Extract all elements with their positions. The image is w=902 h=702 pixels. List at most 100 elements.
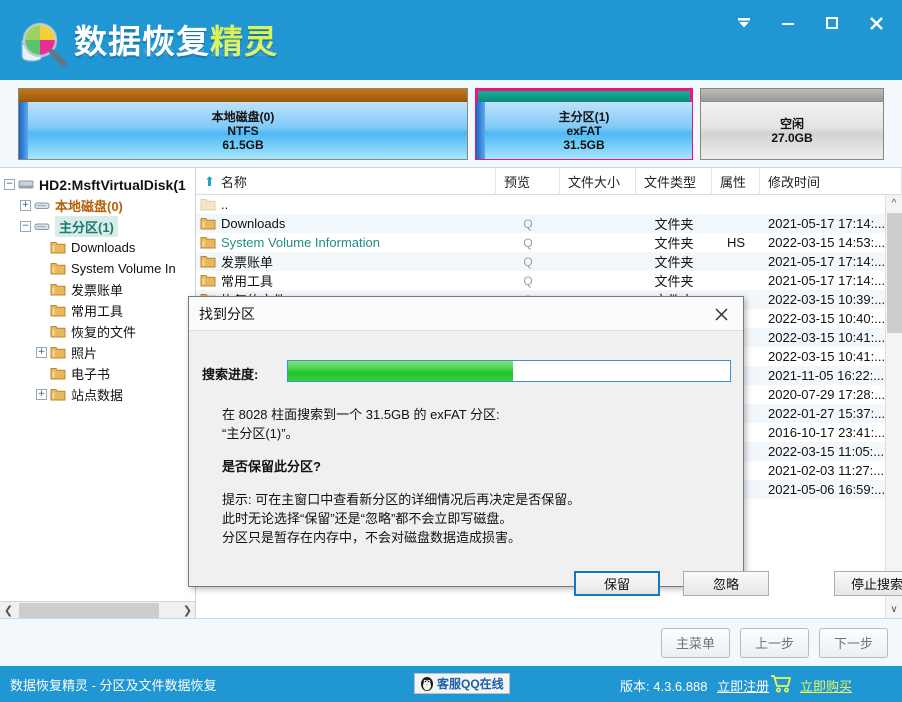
qq-support-button[interactable]: 客服QQ在线	[414, 673, 510, 694]
folder-icon	[200, 275, 216, 287]
register-link[interactable]: 立即注册	[717, 679, 769, 694]
scroll-right-arrow-icon[interactable]: ❯	[179, 604, 195, 617]
table-row[interactable]: Downloads Q 文件夹 2021-05-17 17:14:...	[196, 214, 885, 233]
tree-node-7[interactable]: 恢复的文件	[4, 321, 195, 342]
cell-preview: Q	[496, 273, 560, 288]
cell-name: 发票账单	[196, 252, 496, 271]
scroll-left-arrow-icon[interactable]: ❮	[0, 604, 17, 617]
expand-icon[interactable]: +	[36, 347, 47, 358]
column-header-preview[interactable]: 预览	[496, 168, 560, 195]
status-left-text: 数据恢复精灵 - 分区及文件数据恢复	[10, 677, 217, 693]
progress-label: 搜索进度:	[202, 367, 259, 382]
minimize-button[interactable]	[766, 8, 810, 38]
tree-scroll-track[interactable]	[17, 602, 179, 619]
stop-search-button[interactable]: 停止搜索	[834, 571, 902, 596]
dialog-title-bar: 找到分区	[189, 297, 743, 331]
folder-icon	[200, 216, 216, 231]
column-header-name[interactable]: ⬆ 名称	[196, 168, 496, 195]
cell-mtime: 2022-03-15 10:41:...	[768, 349, 885, 364]
partition-block-2[interactable]: 空闲 27.0GB	[700, 88, 884, 160]
preview-magnifier-icon[interactable]: Q	[523, 236, 532, 250]
preview-magnifier-icon[interactable]: Q	[523, 217, 532, 231]
dialog-close-button[interactable]	[699, 297, 743, 331]
folder-up-icon	[200, 199, 216, 211]
table-row[interactable]: 常用工具 Q 文件夹 2021-05-17 17:14:...	[196, 271, 885, 290]
folder-icon	[50, 326, 66, 338]
folder-icon	[50, 303, 66, 318]
version-number: 4.3.6.888	[653, 679, 708, 694]
dialog-found-line1: 在 8028 柱面搜索到一个 31.5GB 的 exFAT 分区:	[222, 407, 500, 422]
tree-node-label: 发票账单	[71, 283, 124, 298]
partition-bar: 本地磁盘(0) NTFS 61.5GB 主分区(1) exFAT 31.5GB …	[0, 80, 902, 168]
file-list-scroll-thumb[interactable]	[887, 213, 902, 333]
app-logo	[14, 16, 70, 68]
tree-node-label: 常用工具	[71, 304, 124, 319]
tree-node-3[interactable]: Downloads	[4, 237, 195, 258]
magnifier-pie-icon	[21, 22, 67, 67]
cell-mtime: 2021-05-06 16:59:...	[768, 482, 885, 497]
buy-now-link[interactable]: 立即购买	[800, 676, 852, 695]
partition-icon	[34, 219, 50, 234]
next-step-button[interactable]: 下一步	[818, 627, 888, 658]
partition-name-0: 本地磁盘(0)	[211, 109, 275, 124]
collapse-icon[interactable]: −	[4, 179, 15, 190]
collapse-icon[interactable]: −	[20, 221, 31, 232]
brand-reflection: 数据恢复精灵	[74, 43, 278, 56]
tree-node-6[interactable]: 常用工具	[4, 300, 195, 321]
table-row[interactable]: ..	[196, 195, 885, 214]
search-progress-bar	[287, 360, 731, 382]
column-header-size[interactable]: 文件大小	[560, 168, 636, 195]
tree-node-5[interactable]: 发票账单	[4, 279, 195, 300]
folder-icon	[200, 235, 216, 250]
tree-node-10[interactable]: + 站点数据	[4, 384, 195, 405]
main-menu-button[interactable]: 主菜单	[660, 627, 730, 658]
table-row[interactable]: System Volume Information Q 文件夹 HS 2022-03-1…	[196, 233, 885, 252]
tree-horizontal-scrollbar[interactable]: ❮ ❯	[0, 601, 195, 619]
partition-fs-1: exFAT	[566, 123, 602, 138]
expand-icon[interactable]: +	[20, 200, 31, 211]
dialog-tip: 提示: 可在主窗口中查看新分区的详细情况后再决定是否保留。 此时无论选择“保留”…	[222, 490, 722, 547]
dialog-tip-line2: 此时无论选择“保留”还是“忽略”都不会立即写磁盘。	[222, 511, 513, 526]
tree-node-8[interactable]: + 照片	[4, 342, 195, 363]
folder-icon	[50, 282, 66, 297]
close-button[interactable]	[854, 8, 898, 38]
keep-partition-button[interactable]: 保留	[574, 571, 660, 596]
table-row[interactable]: 发票账单 Q 文件夹 2021-05-17 17:14:...	[196, 252, 885, 271]
menu-button[interactable]	[722, 8, 766, 38]
cell-preview: Q	[496, 235, 560, 250]
file-name-label: 发票账单	[221, 255, 274, 270]
tree-node-2[interactable]: − 主分区(1)	[4, 216, 195, 237]
cell-name: System Volume Information	[196, 235, 496, 250]
tree-scroll-thumb[interactable]	[19, 602, 159, 618]
column-header-mtime[interactable]: 修改时间	[760, 168, 902, 195]
maximize-button[interactable]	[810, 8, 854, 38]
cell-mtime: 2016-10-17 23:41:...	[768, 425, 885, 440]
found-partition-dialog: 找到分区 搜索进度: 在 8028 柱面搜索到一个 31.5GB 的 exFAT…	[188, 296, 902, 596]
partition-block-1[interactable]: 主分区(1) exFAT 31.5GB	[475, 88, 693, 160]
file-name-label: ..	[221, 197, 229, 212]
partition-size-2: 27.0GB	[771, 130, 813, 145]
ignore-partition-button[interactable]: 忽略	[683, 571, 769, 596]
preview-magnifier-icon[interactable]: Q	[523, 274, 532, 288]
tree-node-1[interactable]: + 本地磁盘(0)	[4, 195, 195, 216]
column-header-label: 文件大小	[568, 175, 621, 190]
partition-block-0[interactable]: 本地磁盘(0) NTFS 61.5GB	[18, 88, 468, 160]
tree-node-9[interactable]: 电子书	[4, 363, 195, 384]
chevron-down-icon	[738, 18, 750, 28]
cell-name: ..	[196, 197, 496, 212]
column-header-type[interactable]: 文件类型	[636, 168, 712, 195]
tree-node-0[interactable]: − HD2:MsftVirtualDisk(1	[4, 174, 195, 195]
file-list-vertical-scrollbar[interactable]: ^ ∨	[885, 195, 902, 618]
scroll-down-arrow-icon[interactable]: ∨	[886, 601, 902, 618]
cell-mtime: 2021-11-05 16:22:...	[768, 368, 885, 383]
preview-magnifier-icon[interactable]: Q	[523, 255, 532, 269]
column-header-attr[interactable]: 属性	[712, 168, 760, 195]
previous-step-button[interactable]: 上一步	[739, 627, 809, 658]
expand-icon[interactable]: +	[36, 389, 47, 400]
tree-node-4[interactable]: System Volume In	[4, 258, 195, 279]
scroll-up-arrow-icon[interactable]: ^	[886, 195, 902, 212]
status-bar: 数据恢复精灵 - 分区及文件数据恢复 客服QQ在线 版本: 4.3.6.888 …	[0, 666, 902, 702]
partition-body-0: 本地磁盘(0) NTFS 61.5GB	[19, 102, 467, 159]
dialog-tip-line1: 提示: 可在主窗口中查看新分区的详细情况后再决定是否保留。	[222, 492, 581, 507]
